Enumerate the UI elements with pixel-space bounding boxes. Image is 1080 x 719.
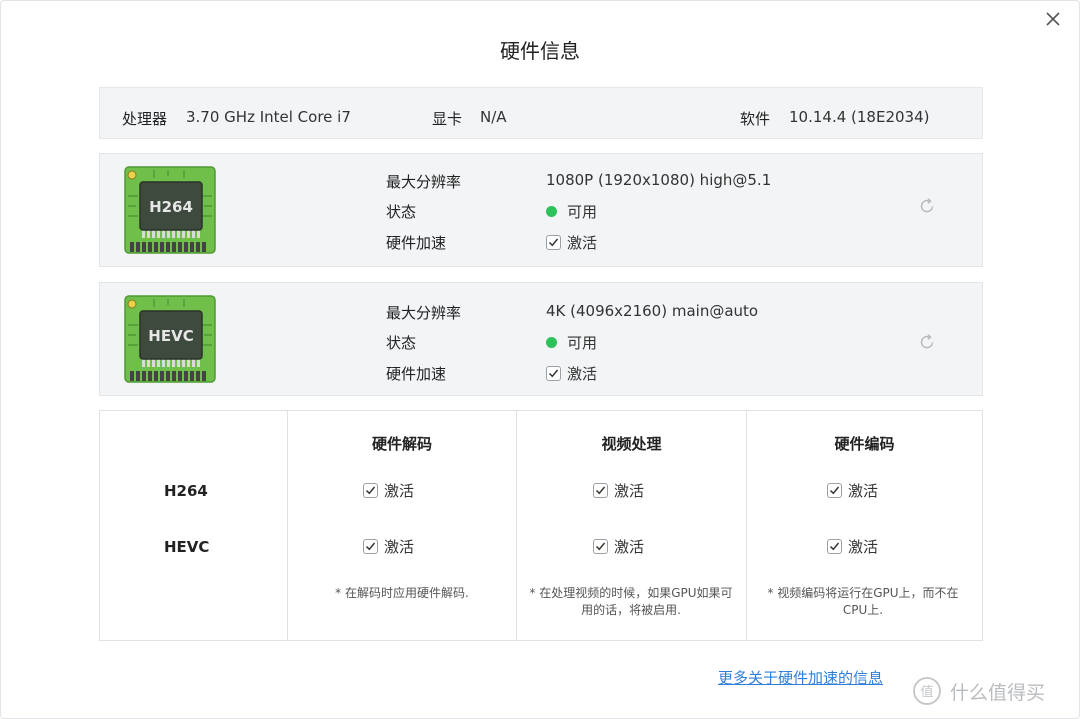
column-header-video-processing: 视频处理: [601, 435, 662, 453]
codec-card-hevc: HEVC 最大分辨率 4K (4096x2160) main@auto 状态 可…: [99, 282, 983, 396]
matrix-toggle-hevc-decode[interactable]: 激活: [363, 536, 414, 557]
matrix-cell-label: 激活: [614, 538, 645, 556]
hw-accel-checkbox[interactable]: [546, 366, 561, 381]
status-indicator: 可用: [546, 201, 597, 222]
matrix-cell-label: 激活: [848, 482, 879, 500]
gpu-value: N/A: [480, 108, 507, 126]
matrix-toggle-hevc-encode[interactable]: 激活: [827, 536, 878, 557]
hw-accel-label: 硬件加速: [386, 365, 447, 383]
max-resolution-value: 4K (4096x2160) main@auto: [546, 302, 759, 320]
checkmark-icon: [548, 238, 559, 247]
software-value: 10.14.4 (18E2034): [789, 108, 930, 126]
hw-accel-toggle[interactable]: 激活: [546, 232, 597, 253]
status-value: 可用: [567, 203, 598, 221]
matrix-cell-label: 激活: [614, 482, 645, 500]
matrix-checkbox[interactable]: [593, 539, 608, 554]
matrix-toggle-h264-encode[interactable]: 激活: [827, 480, 878, 501]
close-button[interactable]: [1041, 7, 1065, 31]
note-hw-decode: * 在解码时应用硬件解码.: [335, 586, 469, 600]
watermark-logo-char: 值: [920, 684, 933, 700]
hw-accel-value: 激活: [567, 234, 598, 252]
matrix-toggle-h264-decode[interactable]: 激活: [363, 480, 414, 501]
column-header-hw-decode: 硬件解码: [371, 435, 432, 453]
chip-icon: HEVC: [124, 295, 216, 383]
column-header-hw-encode: 硬件编码: [834, 435, 895, 453]
checkmark-icon: [595, 542, 606, 551]
hw-accel-label: 硬件加速: [386, 234, 447, 252]
matrix-toggle-h264-processing[interactable]: 激活: [593, 480, 644, 501]
status-value: 可用: [567, 334, 598, 352]
hw-accel-checkbox[interactable]: [546, 235, 561, 250]
matrix-checkbox[interactable]: [363, 483, 378, 498]
checkmark-icon: [365, 486, 376, 495]
matrix-checkbox[interactable]: [827, 539, 842, 554]
cpu-label: 处理器: [122, 110, 168, 128]
note-video-processing: * 在处理视频的时候，如果GPU如果可用的话，将被启用.: [529, 586, 733, 617]
watermark-text: 什么值得买: [950, 681, 1046, 704]
status-indicator: 可用: [546, 332, 597, 353]
matrix-cell-label: 激活: [848, 538, 879, 556]
codec-card-h264: H264 最大分辨率 1080P (1920x1080) high@5.1 状态…: [99, 153, 983, 267]
watermark-logo-icon: 值: [913, 677, 941, 705]
row-header-hevc: HEVC: [164, 538, 210, 556]
matrix-cell-label: 激活: [384, 538, 415, 556]
refresh-icon[interactable]: [918, 197, 936, 215]
checkmark-icon: [365, 542, 376, 551]
hw-accel-value: 激活: [567, 365, 598, 383]
matrix-cell-label: 激活: [384, 482, 415, 500]
checkmark-icon: [548, 369, 559, 378]
checkmark-icon: [829, 542, 840, 551]
matrix-checkbox[interactable]: [593, 483, 608, 498]
more-info-link[interactable]: 更多关于硬件加速的信息: [718, 667, 883, 688]
max-resolution-label: 最大分辨率: [386, 173, 462, 191]
checkmark-icon: [829, 486, 840, 495]
chip-label: HEVC: [148, 327, 193, 345]
max-resolution-label: 最大分辨率: [386, 304, 462, 322]
note-hw-encode: * 视频编码将运行在GPU上，而不在CPU上.: [767, 586, 959, 617]
status-label: 状态: [386, 203, 417, 221]
matrix-checkbox[interactable]: [363, 539, 378, 554]
status-dot-icon: [546, 206, 557, 217]
dialog-title: 硬件信息: [500, 39, 580, 63]
refresh-icon[interactable]: [918, 333, 936, 351]
hw-accel-toggle[interactable]: 激活: [546, 363, 597, 384]
gpu-label: 显卡: [432, 110, 463, 128]
cpu-value: 3.70 GHz Intel Core i7: [186, 108, 351, 126]
capability-matrix: 硬件解码 视频处理 硬件编码 H264 HEVC 激活 激活 激活 激活 激活: [99, 410, 983, 641]
software-label: 软件: [740, 110, 771, 128]
status-dot-icon: [546, 337, 557, 348]
chip-icon: H264: [124, 166, 216, 254]
watermark: 值 什么值得买: [912, 676, 1045, 706]
status-label: 状态: [386, 334, 417, 352]
checkmark-icon: [595, 486, 606, 495]
matrix-toggle-hevc-processing[interactable]: 激活: [593, 536, 644, 557]
hardware-info-dialog: 硬件信息 处理器 3.70 GHz Intel Core i7 显卡 N/A 软…: [0, 0, 1080, 719]
system-info-bar: 处理器 3.70 GHz Intel Core i7 显卡 N/A 软件 10.…: [99, 87, 983, 139]
close-icon: [1046, 12, 1060, 26]
matrix-checkbox[interactable]: [827, 483, 842, 498]
chip-label: H264: [149, 198, 193, 216]
max-resolution-value: 1080P (1920x1080) high@5.1: [546, 171, 772, 189]
row-header-h264: H264: [164, 482, 208, 500]
